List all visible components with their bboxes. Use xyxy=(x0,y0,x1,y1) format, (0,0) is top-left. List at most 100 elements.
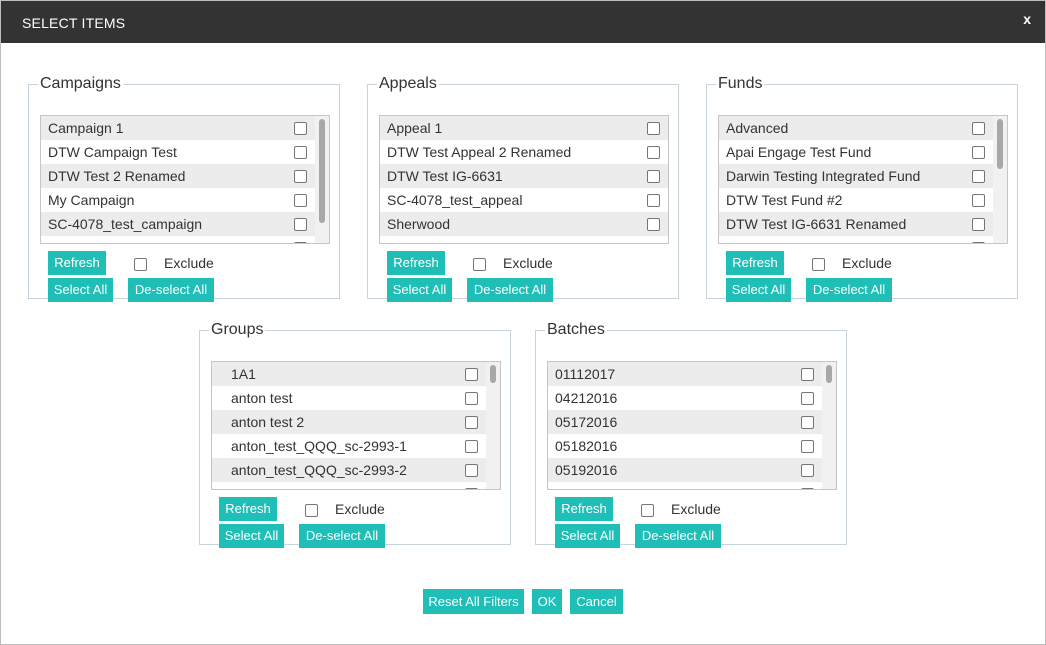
item-checkbox[interactable] xyxy=(647,218,660,231)
list-item[interactable]: Campaign 1 xyxy=(41,116,315,140)
panel-legend: Campaigns xyxy=(40,75,121,92)
item-checkbox[interactable] xyxy=(801,416,814,429)
list-item[interactable]: My Campaign xyxy=(41,188,315,212)
cancel-button[interactable]: Cancel xyxy=(570,589,623,614)
refresh-button[interactable]: Refresh xyxy=(219,497,277,521)
ok-button[interactable]: OK xyxy=(532,589,562,614)
exclude-checkbox[interactable] xyxy=(812,258,825,271)
item-checkbox[interactable] xyxy=(801,464,814,477)
list-scrollbar[interactable] xyxy=(315,116,329,243)
item-checkbox[interactable] xyxy=(647,170,660,183)
list-item[interactable]: Darwin Testing Integrated Fund xyxy=(719,164,993,188)
list-item[interactable]: DTW Test Appeal 2 Renamed xyxy=(380,140,668,164)
item-checkbox[interactable] xyxy=(465,368,478,381)
item-checkbox[interactable] xyxy=(465,392,478,405)
select-all-button[interactable]: Select All xyxy=(387,278,452,302)
list-item[interactable]: DTW Test IG-6631 Renamed xyxy=(719,212,993,236)
list-item[interactable]: 1A1 xyxy=(212,362,486,386)
refresh-button[interactable]: Refresh xyxy=(726,251,784,275)
list-item-partial[interactable] xyxy=(41,236,315,243)
list-item[interactable]: SC-4078_test_campaign xyxy=(41,212,315,236)
list-item[interactable]: Appeal 1 xyxy=(380,116,668,140)
item-checkbox[interactable] xyxy=(801,368,814,381)
item-checkbox[interactable] xyxy=(294,146,307,159)
deselect-all-button[interactable]: De-select All xyxy=(635,524,721,548)
scroll-thumb[interactable] xyxy=(826,365,832,383)
deselect-all-button[interactable]: De-select All xyxy=(299,524,385,548)
list-item[interactable]: anton test 2 xyxy=(212,410,486,434)
list-item[interactable]: SC-4078_test_appeal xyxy=(380,188,668,212)
list-item[interactable]: 01112017 xyxy=(548,362,822,386)
item-checkbox[interactable] xyxy=(294,242,307,243)
list-item[interactable]: DTW Test IG-6631 xyxy=(380,164,668,188)
item-checkbox[interactable] xyxy=(972,218,985,231)
list-item[interactable]: Advanced xyxy=(719,116,993,140)
list-item[interactable]: Sherwood xyxy=(380,212,668,236)
groups-list[interactable]: 1A1 anton test anton test 2 anton_test_Q… xyxy=(211,361,501,490)
refresh-button[interactable]: Refresh xyxy=(387,251,445,275)
batches-list[interactable]: 01112017 04212016 05172016 05182016 0519… xyxy=(547,361,837,490)
list-scrollbar[interactable] xyxy=(822,362,836,489)
item-checkbox[interactable] xyxy=(972,242,985,243)
campaigns-list[interactable]: Campaign 1 DTW Campaign Test DTW Test 2 … xyxy=(40,115,330,244)
list-scrollbar[interactable] xyxy=(993,116,1007,243)
item-checkbox[interactable] xyxy=(972,122,985,135)
list-item-label: anton_test_QQQ_sc-2993-1 xyxy=(231,438,407,454)
list-item-partial[interactable] xyxy=(212,482,486,489)
exclude-checkbox[interactable] xyxy=(473,258,486,271)
list-item-label: anton test xyxy=(231,390,293,406)
item-checkbox[interactable] xyxy=(647,194,660,207)
item-checkbox[interactable] xyxy=(972,194,985,207)
item-checkbox[interactable] xyxy=(294,170,307,183)
item-checkbox[interactable] xyxy=(647,146,660,159)
list-item-partial[interactable] xyxy=(548,482,822,489)
exclude-checkbox[interactable] xyxy=(641,504,654,517)
item-checkbox[interactable] xyxy=(801,392,814,405)
reset-all-filters-button[interactable]: Reset All Filters xyxy=(423,589,524,614)
scroll-thumb[interactable] xyxy=(490,365,496,383)
exclude-checkbox[interactable] xyxy=(305,504,318,517)
deselect-all-button[interactable]: De-select All xyxy=(467,278,553,302)
list-item-label: 05172016 xyxy=(555,414,618,430)
item-checkbox[interactable] xyxy=(465,464,478,477)
appeals-list[interactable]: Appeal 1 DTW Test Appeal 2 Renamed DTW T… xyxy=(379,115,669,244)
item-checkbox[interactable] xyxy=(647,122,660,135)
item-checkbox[interactable] xyxy=(972,146,985,159)
deselect-all-button[interactable]: De-select All xyxy=(128,278,214,302)
list-item[interactable]: 05172016 xyxy=(548,410,822,434)
item-checkbox[interactable] xyxy=(465,440,478,453)
item-checkbox[interactable] xyxy=(801,440,814,453)
list-item[interactable]: 04212016 xyxy=(548,386,822,410)
select-all-button[interactable]: Select All xyxy=(48,278,113,302)
item-checkbox[interactable] xyxy=(465,488,478,489)
select-all-button[interactable]: Select All xyxy=(219,524,284,548)
item-checkbox[interactable] xyxy=(294,218,307,231)
exclude-checkbox[interactable] xyxy=(134,258,147,271)
list-item[interactable]: Apai Engage Test Fund xyxy=(719,140,993,164)
list-item[interactable]: DTW Test Fund #2 xyxy=(719,188,993,212)
close-button[interactable]: x xyxy=(1023,11,1031,27)
select-all-button[interactable]: Select All xyxy=(555,524,620,548)
list-item[interactable]: anton_test_QQQ_sc-2993-1 xyxy=(212,434,486,458)
select-all-button[interactable]: Select All xyxy=(726,278,791,302)
list-item[interactable]: DTW Test 2 Renamed xyxy=(41,164,315,188)
list-item[interactable]: anton test xyxy=(212,386,486,410)
exclude-label: Exclude xyxy=(671,501,721,517)
funds-list[interactable]: Advanced Apai Engage Test Fund Darwin Te… xyxy=(718,115,1008,244)
list-item-partial[interactable] xyxy=(719,236,993,243)
list-item[interactable]: anton_test_QQQ_sc-2993-2 xyxy=(212,458,486,482)
item-checkbox[interactable] xyxy=(465,416,478,429)
deselect-all-button[interactable]: De-select All xyxy=(806,278,892,302)
item-checkbox[interactable] xyxy=(294,194,307,207)
refresh-button[interactable]: Refresh xyxy=(555,497,613,521)
list-item[interactable]: 05182016 xyxy=(548,434,822,458)
item-checkbox[interactable] xyxy=(801,488,814,489)
item-checkbox[interactable] xyxy=(294,122,307,135)
scroll-thumb[interactable] xyxy=(997,119,1003,169)
list-item[interactable]: DTW Campaign Test xyxy=(41,140,315,164)
item-checkbox[interactable] xyxy=(972,170,985,183)
list-item[interactable]: 05192016 xyxy=(548,458,822,482)
list-scrollbar[interactable] xyxy=(486,362,500,489)
refresh-button[interactable]: Refresh xyxy=(48,251,106,275)
scroll-thumb[interactable] xyxy=(319,119,325,223)
